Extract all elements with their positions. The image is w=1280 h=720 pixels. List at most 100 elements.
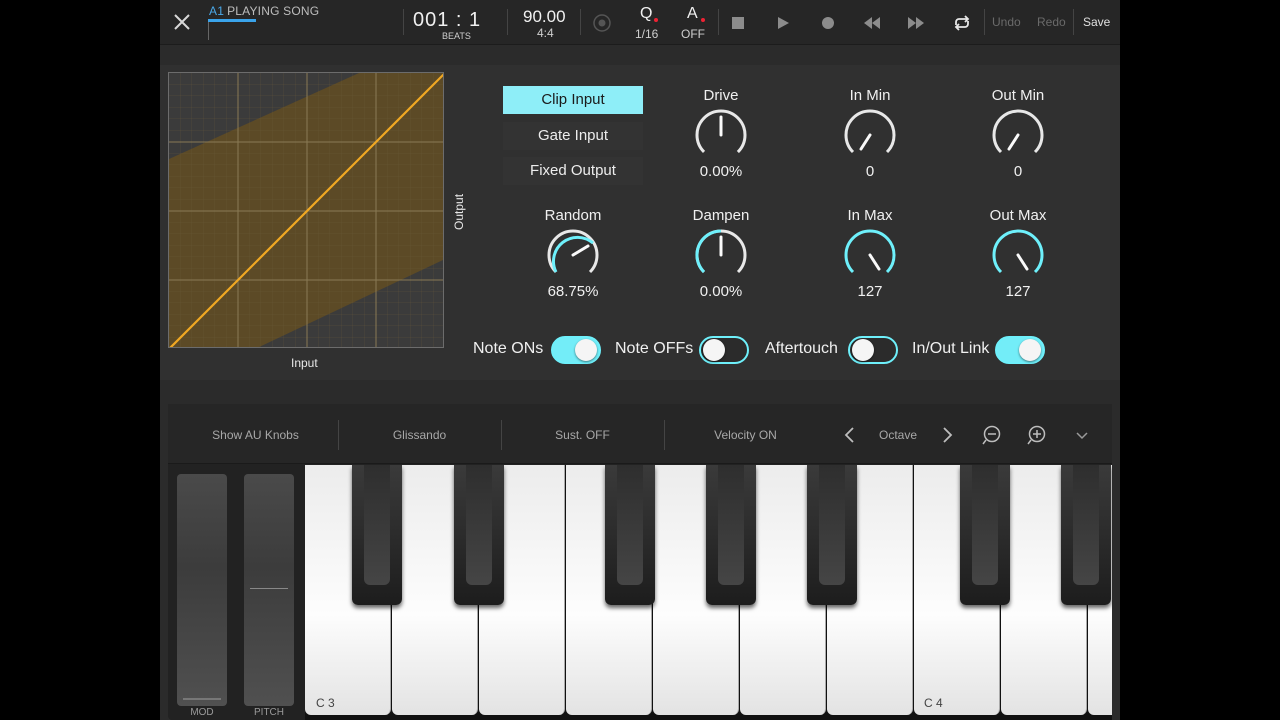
mod-wheel-marker [183, 698, 221, 700]
in-min-dial[interactable] [842, 107, 898, 163]
tempo-display[interactable]: 90.00 [523, 7, 566, 27]
knob-label: Out Min [991, 87, 1045, 104]
black-key[interactable] [807, 465, 857, 605]
toggle-label: In/Out Link [912, 340, 990, 357]
black-key[interactable] [960, 465, 1010, 605]
black-key[interactable] [454, 465, 504, 605]
random-knob[interactable]: Random 68.75% [508, 207, 638, 300]
show-au-knobs-button[interactable]: Show AU Knobs [178, 428, 333, 442]
black-key[interactable] [352, 465, 402, 605]
black-key[interactable] [1061, 465, 1111, 605]
divider [984, 9, 985, 35]
piano-keys: C 3 C 4 [305, 465, 1112, 720]
pitch-wheel-center [250, 588, 288, 589]
divider [718, 9, 719, 35]
position-display[interactable]: 001 : 1 [413, 9, 481, 32]
aftertouch-switch[interactable] [848, 336, 898, 364]
track-name: A1 [209, 4, 225, 18]
knob-value: 127 [857, 283, 883, 300]
mode-gate-input[interactable]: Gate Input [503, 122, 643, 150]
dampen-knob[interactable]: Dampen 0.00% [656, 207, 786, 300]
velocity-curve-graph[interactable] [168, 72, 444, 348]
chevron-left-icon[interactable] [839, 424, 861, 446]
redo-button[interactable]: Redo [1037, 15, 1066, 29]
quantize-indicator [654, 18, 658, 22]
chevron-right-icon[interactable] [936, 424, 958, 446]
knob-value: 127 [1005, 283, 1031, 300]
position-unit: BEATS [442, 31, 471, 41]
black-key[interactable] [605, 465, 655, 605]
knob-label: In Max [847, 207, 893, 224]
pitch-wheel-label: PITCH [254, 707, 284, 718]
close-icon[interactable] [170, 10, 194, 34]
toggle-label: Note ONs [473, 340, 544, 357]
graph-x-label: Input [291, 356, 318, 370]
knob-label: In Min [849, 87, 891, 104]
keyboard-toolbar: Show AU Knobs Glissando Sust. OFF Veloci… [168, 404, 1112, 464]
knob-value: 0 [865, 163, 875, 180]
chevron-down-icon[interactable] [1071, 424, 1093, 446]
au-plugin-window: A1 PLAYING SONG 001 : 1 BEATS 90.00 4:4 Q… [160, 0, 1120, 720]
in-min-knob[interactable]: In Min 0 [805, 87, 935, 180]
fast-forward-icon[interactable] [906, 15, 926, 31]
undo-button[interactable]: Undo [992, 15, 1021, 29]
mode-fixed-output[interactable]: Fixed Output [503, 157, 643, 185]
key-label-c3: C 3 [316, 696, 335, 710]
knob-value: 0.00% [699, 283, 743, 300]
record-icon[interactable] [820, 15, 836, 31]
in-max-dial[interactable] [842, 227, 898, 283]
zoom-in-icon[interactable] [1026, 424, 1048, 446]
out-min-dial[interactable] [990, 107, 1046, 163]
velocity-curve-plot [169, 73, 443, 347]
divider [580, 9, 581, 35]
automation-indicator [701, 18, 705, 22]
switch-thumb [852, 339, 874, 361]
quantize-value: 1/16 [635, 27, 659, 41]
out-max-knob[interactable]: Out Max 127 [953, 207, 1083, 300]
dampen-dial[interactable] [693, 227, 749, 283]
quantize-label[interactable]: Q [640, 5, 652, 23]
save-button[interactable]: Save [1083, 15, 1110, 29]
black-key[interactable] [706, 465, 756, 605]
in-max-knob[interactable]: In Max 127 [805, 207, 935, 300]
inout-link-switch[interactable] [995, 336, 1045, 364]
random-dial[interactable] [545, 227, 601, 283]
velocity-plugin-panel: Input Output Clip Input Gate Input Fixed… [160, 65, 1120, 380]
zoom-out-icon[interactable] [981, 424, 1003, 446]
song-progress-bar [208, 19, 256, 22]
divider [403, 9, 404, 35]
knob-label: Out Max [989, 207, 1047, 224]
knob-value: 0.00% [699, 163, 743, 180]
automation-label[interactable]: A [687, 5, 698, 23]
velocity-button[interactable]: Velocity ON [664, 428, 827, 442]
rewind-icon[interactable] [862, 15, 882, 31]
sustain-button[interactable]: Sust. OFF [501, 428, 664, 442]
keyboard-panel: Show AU Knobs Glissando Sust. OFF Veloci… [168, 404, 1112, 720]
note-offs-switch[interactable] [699, 336, 749, 364]
note-ons-switch[interactable] [551, 336, 601, 364]
stop-icon[interactable] [730, 15, 746, 31]
pitch-wheel[interactable] [244, 474, 294, 706]
knob-value: 68.75% [547, 283, 599, 300]
song-status-text: PLAYING SONG [227, 4, 320, 18]
song-status[interactable]: A1 PLAYING SONG [209, 4, 319, 18]
time-signature: 4:4 [537, 26, 554, 40]
out-min-knob[interactable]: Out Min 0 [953, 87, 1083, 180]
automation-value: OFF [681, 27, 705, 41]
divider [1073, 9, 1074, 35]
knob-value: 0 [1013, 163, 1023, 180]
switch-thumb [703, 339, 725, 361]
mode-clip-input[interactable]: Clip Input [503, 86, 643, 114]
glissando-button[interactable]: Glissando [338, 428, 501, 442]
mod-wheel[interactable] [177, 474, 227, 706]
drive-knob[interactable]: Drive 0.00% [656, 87, 786, 180]
metronome-icon[interactable] [592, 13, 612, 33]
key-label-c4: C 4 [924, 696, 943, 710]
mod-wheel-label: MOD [190, 707, 214, 718]
switch-thumb [1019, 339, 1041, 361]
transport-bar: A1 PLAYING SONG 001 : 1 BEATS 90.00 4:4 Q… [160, 0, 1120, 45]
loop-icon[interactable] [952, 13, 972, 33]
drive-dial[interactable] [693, 107, 749, 163]
play-icon[interactable] [775, 15, 791, 31]
out-max-dial[interactable] [990, 227, 1046, 283]
